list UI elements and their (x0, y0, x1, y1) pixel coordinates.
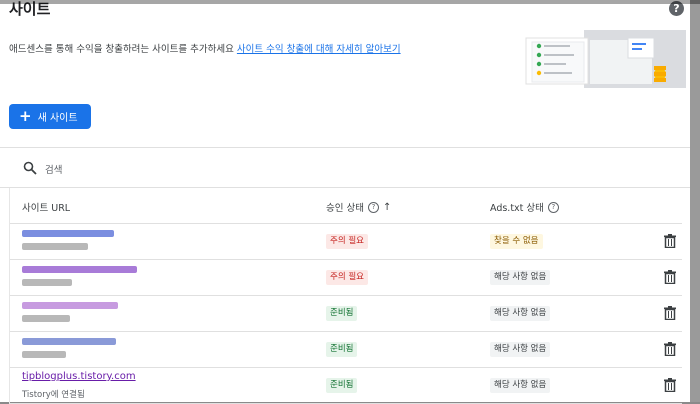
trash-icon[interactable] (664, 342, 676, 356)
plus-icon: + (19, 107, 32, 125)
top-shadow (0, 0, 700, 4)
sites-table: 사이트 URL 승인 상태 ? ↑ Ads.txt 상태 ? 주의 필요 찾을 … (9, 188, 682, 404)
sites-illustration (514, 30, 686, 90)
column-approval-status[interactable]: 승인 상태 ? ↑ (326, 200, 391, 214)
help-icon[interactable]: ? (367, 201, 379, 213)
table-row: 주의 필요 찾을 수 없음 (10, 224, 682, 260)
search-input[interactable]: 검색 (45, 162, 62, 176)
arrow-up-icon[interactable]: ↑ (383, 202, 391, 213)
sites-panel: 사이트 ? 애드센스를 통해 수익을 창출하려는 사이트를 추가하세요 사이트 … (0, 0, 691, 404)
table-row: 주의 필요 해당 사항 없음 (10, 260, 682, 296)
approval-status-badge: 준비됨 (326, 342, 358, 357)
description-text: 애드센스를 통해 수익을 창출하려는 사이트를 추가하세요 (9, 44, 234, 55)
trash-icon[interactable] (664, 306, 676, 320)
add-site-button[interactable]: + 새 사이트 (9, 104, 91, 129)
site-url[interactable] (22, 302, 118, 322)
ads-txt-status-badge: 해당 사항 없음 (490, 342, 551, 357)
approval-status-badge: 주의 필요 (326, 234, 368, 249)
site-connection-label: Tistory에 연결됨 (22, 390, 85, 400)
table-row: 준비됨 해당 사항 없음 (10, 332, 682, 368)
help-icon[interactable]: ? (547, 201, 559, 213)
approval-status-badge: 준비됨 (326, 306, 358, 321)
trash-icon[interactable] (664, 234, 676, 248)
backdrop-strip (690, 0, 700, 402)
site-url[interactable] (22, 230, 114, 250)
table-row: tipblogplus.tistory.com Tistory에 연결됨 준비됨… (10, 368, 682, 404)
ads-txt-status-badge: 찾을 수 없음 (490, 234, 543, 249)
column-ads-txt-status: Ads.txt 상태 ? (490, 200, 559, 214)
trash-icon[interactable] (664, 270, 676, 284)
ads-txt-status-badge: 해당 사항 없음 (490, 306, 551, 321)
table-row: 준비됨 해당 사항 없음 (10, 296, 682, 332)
column-site-url: 사이트 URL (22, 203, 71, 214)
learn-more-link[interactable]: 사이트 수익 창출에 대해 자세히 알아보기 (237, 44, 401, 55)
site-url[interactable] (22, 338, 116, 358)
add-site-label: 새 사이트 (37, 113, 78, 124)
trash-icon[interactable] (664, 378, 676, 392)
approval-status-badge: 주의 필요 (326, 270, 368, 285)
divider (0, 147, 690, 148)
search-icon (23, 161, 37, 175)
site-url[interactable] (22, 266, 137, 286)
ads-txt-status-badge: 해당 사항 없음 (490, 378, 551, 393)
approval-status-badge: 준비됨 (326, 378, 358, 393)
site-url[interactable]: tipblogplus.tistory.com (22, 371, 136, 382)
table-header: 사이트 URL 승인 상태 ? ↑ Ads.txt 상태 ? (10, 188, 682, 224)
page-description: 애드센스를 통해 수익을 창출하려는 사이트를 추가하세요 사이트 수익 창출에… (9, 41, 401, 55)
ads-txt-status-badge: 해당 사항 없음 (490, 270, 551, 285)
search-bar[interactable]: 검색 (9, 149, 681, 187)
